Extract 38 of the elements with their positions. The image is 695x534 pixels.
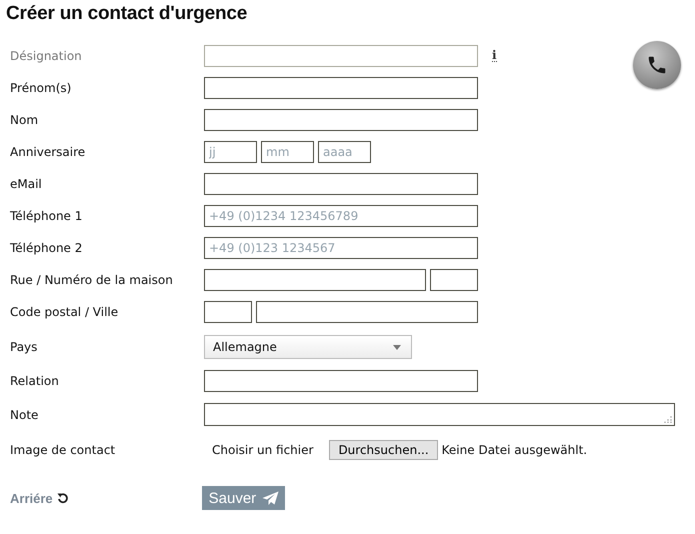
file-status: Keine Datei ausgewählt. [442, 443, 588, 457]
undo-icon[interactable] [56, 492, 69, 504]
input-field[interactable]: jj [204, 141, 257, 163]
field-label: Téléphone 1 [9, 209, 84, 223]
input-field[interactable] [204, 173, 478, 195]
input-field[interactable] [256, 301, 478, 323]
field-label: Nom [9, 113, 40, 127]
paper-plane-icon [262, 490, 280, 506]
field-label: Téléphone 2 [9, 241, 84, 255]
field-label: Code postal / Ville [9, 305, 120, 319]
input-field[interactable]: +49 (0)123 1234567 [204, 237, 478, 259]
input-field[interactable] [204, 301, 252, 323]
field-label: Rue / Numéro de la maison [9, 273, 174, 287]
browse-button[interactable]: Durchsuchen... [329, 440, 438, 460]
country-dropdown[interactable]: Allemagne [204, 335, 412, 359]
input-field[interactable]: +49 (0)1234 123456789 [204, 205, 478, 227]
input-field[interactable]: mm [261, 141, 314, 163]
field-label: Anniversaire [9, 145, 86, 159]
phone-icon [633, 41, 681, 89]
field-label: Relation [9, 374, 60, 388]
resize-grip-icon[interactable] [664, 415, 672, 423]
field-label: eMail [9, 177, 43, 191]
field-label: Pays [9, 340, 38, 354]
field-label: Prénom(s) [9, 81, 72, 95]
input-field[interactable] [204, 77, 478, 99]
back-link[interactable]: Arriére [6, 490, 53, 506]
field-label: Désignation [9, 49, 83, 63]
field-label: Note [9, 408, 40, 422]
input-field[interactable] [430, 269, 478, 291]
input-field[interactable] [204, 45, 478, 67]
input-field[interactable] [204, 269, 426, 291]
input-field[interactable] [204, 370, 478, 392]
file-label: Choisir un fichier [212, 443, 314, 457]
input-field[interactable] [204, 109, 478, 131]
field-label: Image de contact [9, 443, 116, 457]
page-title: Créer un contact d'urgence [6, 3, 248, 25]
note-field[interactable] [204, 403, 675, 426]
input-field[interactable]: aaaa [318, 141, 371, 163]
